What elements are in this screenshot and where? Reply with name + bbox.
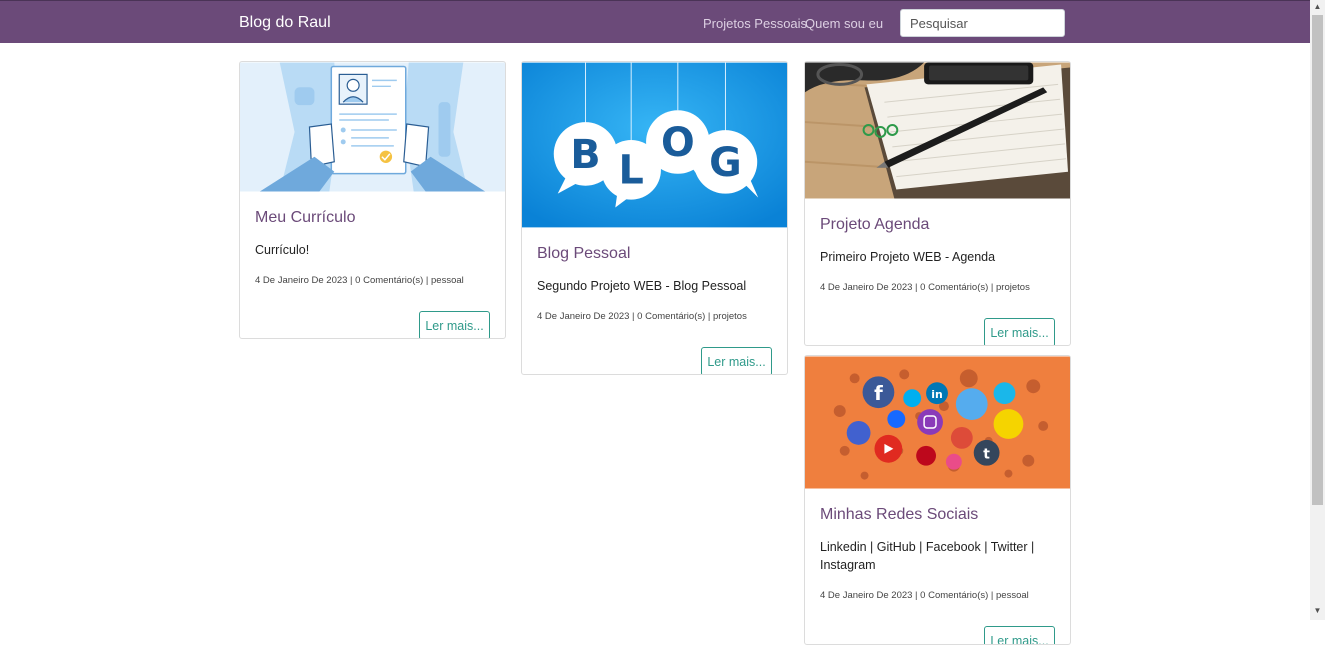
post-meta: 4 De Janeiro De 2023 | 0 Comentário(s) |…: [820, 282, 1030, 293]
scroll-up-arrow-icon[interactable]: ▲: [1313, 2, 1322, 11]
scroll-down-arrow-icon[interactable]: ▼: [1313, 606, 1322, 615]
post-title[interactable]: Meu Currículo: [255, 209, 490, 227]
post-summary: Currículo!: [255, 243, 310, 257]
scrollbar-thumb[interactable]: [1312, 15, 1323, 505]
svg-text:f: f: [874, 382, 883, 405]
svg-text:in: in: [931, 388, 943, 401]
post-meta: 4 De Janeiro De 2023 | 0 Comentário(s) |…: [820, 590, 1029, 601]
post-summary: Segundo Projeto WEB - Blog Pessoal: [537, 279, 747, 293]
post-title[interactable]: Minhas Redes Sociais: [820, 506, 1055, 524]
blog-letter-l: L: [619, 148, 644, 194]
page-scrollbar[interactable]: ▲ ▼: [1310, 0, 1325, 620]
curriculum-illustration: [240, 62, 505, 192]
post-summary: Linkedin | GitHub | Facebook | Twitter |…: [820, 540, 1035, 572]
nav-link-projetos-pessoais[interactable]: Projetos Pessoais: [703, 16, 807, 31]
post-card-redes-sociais: f in t Minhas Redes Sociais Linkedin | G…: [804, 355, 1071, 645]
brand-link[interactable]: Blog do Raul: [239, 14, 331, 32]
nav-link-quem-sou-eu[interactable]: Quem sou eu: [805, 16, 883, 31]
post-title[interactable]: Blog Pessoal: [537, 245, 772, 263]
read-more-button[interactable]: Ler mais...: [701, 347, 772, 374]
search-input[interactable]: [900, 9, 1065, 37]
blog-letter-b: B: [570, 132, 600, 178]
top-navbar: Blog do Raul Projetos Pessoais Quem sou …: [0, 0, 1310, 43]
post-meta: 4 De Janeiro De 2023 | 0 Comentário(s) |…: [255, 275, 464, 286]
read-more-button[interactable]: Ler mais...: [984, 318, 1055, 345]
post-card-blog-pessoal: B L O G Blog Pessoal Segundo Projeto WEB…: [521, 61, 788, 375]
read-more-button[interactable]: Ler mais...: [419, 311, 490, 338]
read-more-button[interactable]: Ler mais...: [984, 626, 1055, 644]
blog-speech-bubbles-image: B L O G: [522, 62, 787, 228]
post-card-projeto-agenda: Projeto Agenda Primeiro Projeto WEB - Ag…: [804, 61, 1071, 346]
social-networks-illustration: f in t: [805, 356, 1070, 489]
post-title[interactable]: Projeto Agenda: [820, 216, 1055, 234]
blog-letter-g: G: [709, 140, 742, 186]
post-card-curriculo: Meu Currículo Currículo! 4 De Janeiro De…: [239, 61, 506, 339]
blog-letter-o: O: [661, 120, 695, 166]
post-meta: 4 De Janeiro De 2023 | 0 Comentário(s) |…: [537, 311, 747, 322]
agenda-notebook-photo: [805, 62, 1070, 199]
svg-text:t: t: [983, 447, 990, 463]
post-summary: Primeiro Projeto WEB - Agenda: [820, 250, 996, 264]
